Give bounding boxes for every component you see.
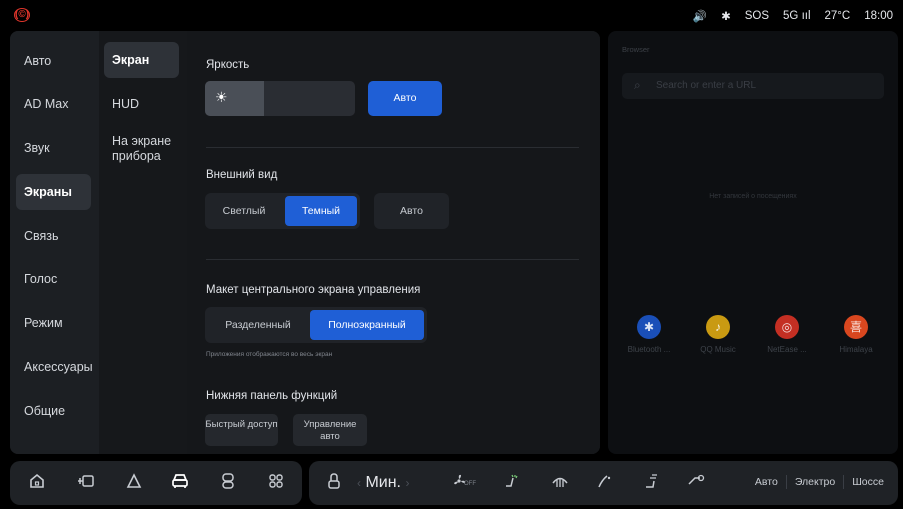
- subnav-item-screen[interactable]: Экран: [104, 42, 179, 78]
- apps-grid-icon[interactable]: [265, 472, 287, 494]
- status-bar: (©) 🔊 ✱ SOS 5G ııl 27°C 18:00: [0, 0, 903, 30]
- volume-icon: 🔊: [692, 11, 708, 23]
- nav-item-accessories[interactable]: Аксессуары: [16, 349, 93, 385]
- secondary-nav: Экран HUD На экране прибора: [99, 31, 187, 454]
- dock-apps: [10, 461, 302, 505]
- clock: 18:00: [864, 10, 893, 22]
- screen-settings-content: Яркость ☀ Авто Внешний вид Светлый Темны…: [187, 31, 600, 454]
- browser-title: Browser: [622, 45, 650, 54]
- sun-icon: ☀: [215, 89, 228, 105]
- nav-item-voice[interactable]: Голос: [16, 261, 91, 297]
- qq-music-app-icon: ♪: [706, 315, 730, 339]
- mode-highway[interactable]: Шоссе: [852, 476, 884, 488]
- mode-auto[interactable]: Авто: [755, 476, 778, 488]
- browser-panel: Browser ⌕ Search or enter a URL Нет запи…: [608, 31, 898, 454]
- seat-heat-icon[interactable]: [323, 472, 345, 494]
- app-qq-music[interactable]: ♪ QQ Music: [688, 315, 748, 354]
- front-defrost-icon[interactable]: [549, 472, 571, 494]
- chip-quick-access[interactable]: Быстрый доступ: [205, 414, 278, 446]
- mode-electric[interactable]: Электро: [795, 476, 835, 488]
- nav-item-sound[interactable]: Звук: [16, 130, 91, 166]
- seat-airflow-icon[interactable]: [640, 472, 662, 494]
- layout-title: Макет центрального экрана управления: [206, 284, 421, 296]
- outside-temperature: 27°C: [824, 10, 851, 22]
- sos-indicator: SOS: [744, 10, 770, 22]
- app-bluetooth[interactable]: ✱ Bluetooth ...: [619, 315, 679, 354]
- appearance-title: Внешний вид: [206, 169, 278, 181]
- temp-decrease-icon[interactable]: ‹: [357, 476, 361, 490]
- primary-nav: Авто AD Max Звук Экраны Связь Голос Режи…: [10, 31, 99, 454]
- drive-mode-selector: Авто Электро Шоссе: [755, 475, 884, 489]
- browser-search-input[interactable]: ⌕ Search or enter a URL: [622, 73, 884, 99]
- bottom-panel-title: Нижняя панель функций: [206, 390, 338, 402]
- screen-mirror-icon[interactable]: [75, 472, 97, 494]
- air-direction-icon[interactable]: [593, 472, 615, 494]
- app-label: NetEase ...: [767, 345, 807, 354]
- temp-increase-icon[interactable]: ›: [405, 476, 409, 490]
- nav-item-connection[interactable]: Связь: [16, 218, 91, 254]
- nav-item-general[interactable]: Общие: [16, 393, 91, 429]
- signal-indicator: 5G ııl: [783, 10, 811, 22]
- browser-empty-state: Нет записей о посещениях: [709, 193, 797, 200]
- nav-item-auto[interactable]: Авто: [16, 43, 91, 79]
- nav-item-mode[interactable]: Режим: [16, 305, 91, 341]
- divider: [843, 475, 845, 489]
- fan-icon[interactable]: OFF: [444, 472, 478, 494]
- divider: [206, 259, 579, 260]
- car-icon[interactable]: [169, 472, 191, 494]
- seat-ventilation-icon[interactable]: [500, 472, 522, 494]
- dock-climate: ‹ Мин. › OFF Авто Электро Шоссе: [309, 461, 898, 505]
- settings-panel: Авто AD Max Звук Экраны Связь Голос Режи…: [10, 31, 600, 454]
- chip-vehicle-control[interactable]: Управление авто: [293, 414, 367, 446]
- home-icon[interactable]: [26, 472, 48, 494]
- app-label: QQ Music: [700, 345, 736, 354]
- brightness-slider[interactable]: ☀: [205, 81, 355, 116]
- appearance-option-dark[interactable]: Темный: [285, 196, 357, 226]
- layout-option-split[interactable]: Разделенный: [208, 310, 308, 340]
- fan-off-label: OFF: [464, 481, 476, 487]
- netease-app-icon: ◎: [775, 315, 799, 339]
- layout-segmented-control: Разделенный Полноэкранный: [205, 307, 427, 343]
- layout-hint: Приложения отображаются во весь экран: [206, 351, 333, 358]
- temperature-control[interactable]: ‹ Мин. ›: [357, 472, 409, 494]
- appearance-segmented-control: Светлый Темный: [205, 193, 360, 229]
- appearance-auto-label: Авто: [400, 205, 423, 217]
- app-himalaya[interactable]: 喜 Himalaya: [826, 315, 886, 354]
- nav-item-screens[interactable]: Экраны: [16, 174, 91, 210]
- brightness-auto-button[interactable]: Авто: [368, 81, 442, 116]
- subnav-item-hud[interactable]: HUD: [104, 97, 179, 111]
- app-label: Himalaya: [839, 345, 873, 354]
- browser-search-placeholder: Search or enter a URL: [656, 80, 757, 91]
- layout-option-fullscreen[interactable]: Полноэкранный: [310, 310, 424, 340]
- brightness-slider-fill: [205, 81, 264, 116]
- app-netease[interactable]: ◎ NetEase ...: [757, 315, 817, 354]
- status-indicators: 🔊 ✱ SOS 5G ııl 27°C 18:00: [693, 9, 893, 23]
- app-label: Bluetooth ...: [627, 345, 671, 354]
- air-recirculation-icon[interactable]: [685, 472, 707, 494]
- subnav-item-instrument-screen[interactable]: На экране прибора: [104, 134, 174, 164]
- divider: [206, 147, 579, 148]
- navigation-icon[interactable]: [123, 472, 145, 494]
- himalaya-app-icon: 喜: [844, 315, 868, 339]
- appearance-option-light[interactable]: Светлый: [208, 196, 280, 226]
- nav-item-ad-max[interactable]: AD Max: [16, 86, 91, 122]
- seat-icon[interactable]: [217, 472, 239, 494]
- bluetooth-app-icon: ✱: [637, 315, 661, 339]
- temperature-value: Мин.: [365, 474, 401, 491]
- divider: [785, 475, 787, 489]
- parking-brake-icon: (©): [14, 8, 30, 22]
- search-icon: ⌕: [634, 78, 641, 92]
- bluetooth-icon: ✱: [721, 11, 731, 23]
- appearance-auto-button[interactable]: Авто: [374, 193, 449, 229]
- brightness-title: Яркость: [206, 59, 250, 71]
